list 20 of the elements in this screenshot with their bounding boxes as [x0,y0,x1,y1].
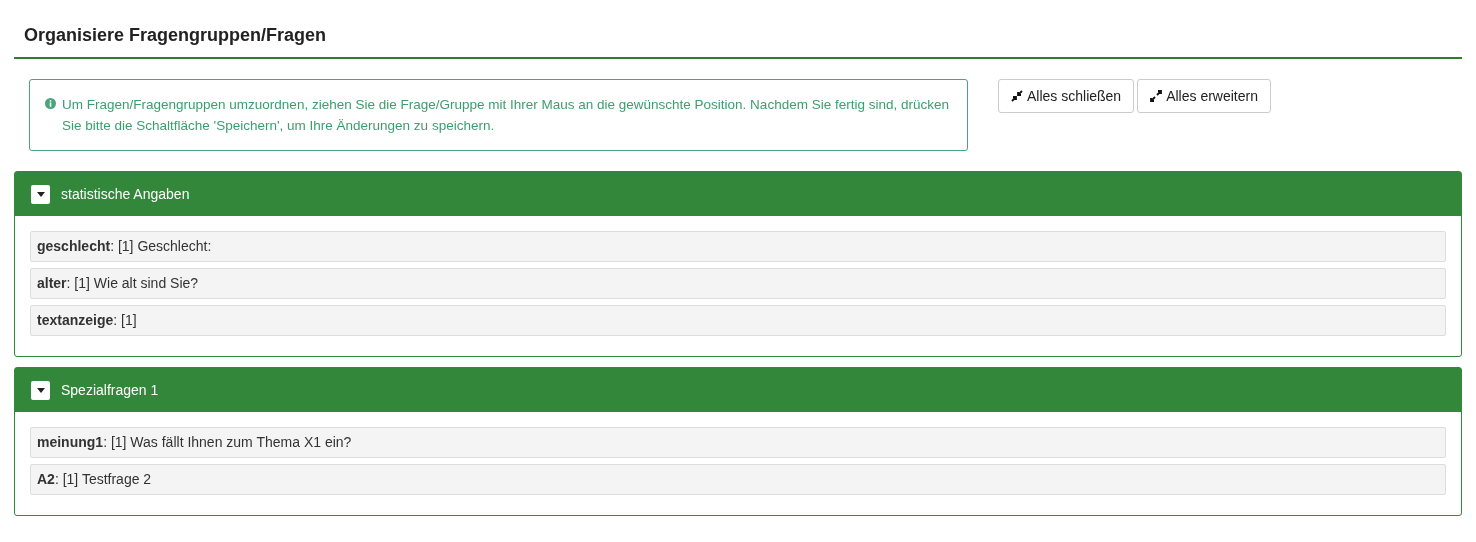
expand-all-button[interactable]: Alles erweitern [1137,79,1271,113]
group-header[interactable]: Spezialfragen 1 [15,368,1461,412]
group-header[interactable]: statistische Angaben [15,172,1461,216]
info-text: Um Fragen/Fragengruppen umzuordnen, ziehen Sie die Frage/Gruppe mit Ihrer Maus an die gewünschte Position. Nachdem Sie fertig sind, drücken Sie bitte die Schaltfläche 'Speichern', um Ihre Änderungen zu speichern. [62,96,950,135]
info-icon [45,98,56,109]
toggle-caret-button[interactable] [31,184,50,204]
toggle-caret-button[interactable] [31,380,50,400]
question-row[interactable]: alter: [1] Wie alt sind Sie? [30,268,1446,299]
collapse-all-button[interactable]: Alles schließen [998,79,1135,113]
collapse-arrows-icon [1011,90,1023,102]
group-title: Spezialfragen 1 [61,380,159,400]
question-row[interactable]: meinung1: [1] Was fällt Ihnen zum Thema X1 ein? [30,427,1446,458]
group-title: statistische Angaben [61,184,190,204]
caret-icon [36,191,45,197]
question-row[interactable]: textanzeige: [1] [30,305,1446,336]
caret-icon [36,387,45,393]
page-title: Organisiere Fragengruppen/Fragen [24,24,328,47]
expand-arrows-icon [1150,90,1163,102]
question-row[interactable]: geschlecht: [1] Geschlecht: [30,231,1446,262]
question-row[interactable]: A2: [1] Testfrage 2 [30,464,1446,495]
